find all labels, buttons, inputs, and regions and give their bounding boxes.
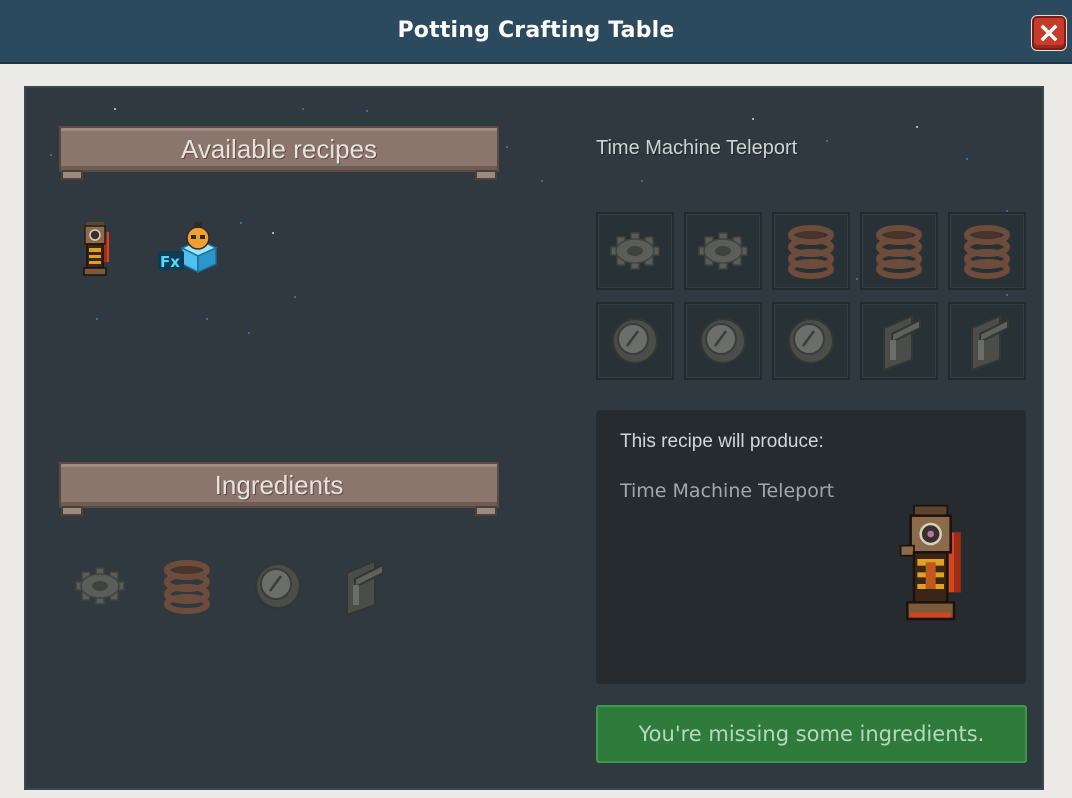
gear-icon: [610, 232, 660, 270]
produce-preview: This recipe will produce: Time Machine T…: [596, 410, 1026, 684]
recipe-grid-slot[interactable]: [948, 212, 1026, 290]
recipe-grid-slot[interactable]: [860, 302, 938, 380]
recipe-grid-slot[interactable]: [684, 302, 762, 380]
ingredient-gear[interactable]: [68, 554, 132, 618]
lever-icon: [346, 559, 384, 617]
gear-icon: [698, 232, 748, 270]
recipe-grid-slot[interactable]: [596, 212, 674, 290]
close-button[interactable]: [1032, 16, 1066, 50]
title-bar: Potting Crafting Table: [0, 0, 1072, 64]
time-machine-icon: [83, 222, 109, 276]
ingredients-banner: Ingredients: [59, 456, 499, 518]
dial-icon: [700, 318, 746, 364]
coil-icon: [876, 225, 922, 279]
fx-box-icon: Fx: [158, 222, 218, 274]
close-icon: [1040, 24, 1058, 42]
available-recipes-heading: Available recipes: [180, 134, 378, 164]
missing-ingredients-status[interactable]: You're missing some ingredients.: [596, 705, 1027, 763]
dial-icon: [255, 563, 301, 609]
status-message: You're missing some ingredients.: [638, 722, 985, 746]
ingredient-lever[interactable]: [330, 554, 394, 618]
gear-icon: [75, 567, 125, 605]
recipe-grid-slot[interactable]: [860, 212, 938, 290]
lever-icon: [971, 314, 1009, 372]
ingredient-dial[interactable]: [246, 554, 310, 618]
produce-item-name: Time Machine Teleport: [620, 480, 835, 502]
produce-heading: This recipe will produce:: [620, 431, 824, 452]
time-machine-icon: [899, 504, 961, 621]
lever-icon: [883, 314, 921, 372]
recipe-grid-slot[interactable]: [772, 212, 850, 290]
recipe-grid-slot[interactable]: [684, 212, 762, 290]
recipe-item-time-machine[interactable]: [76, 216, 124, 280]
coil-icon: [788, 225, 834, 279]
recipe-grid-slot[interactable]: [772, 302, 850, 380]
ingredient-coil[interactable]: [155, 554, 219, 618]
dial-icon: [788, 318, 834, 364]
dial-icon: [612, 318, 658, 364]
ingredients-heading: Ingredients: [214, 470, 344, 500]
selected-recipe-name: Time Machine Teleport: [596, 137, 798, 159]
recipe-grid-slot[interactable]: [948, 302, 1026, 380]
available-recipes-banner: Available recipes: [59, 120, 499, 182]
recipe-grid-slot[interactable]: [596, 302, 674, 380]
fx-badge-label: Fx: [160, 253, 180, 271]
recipe-item-fx-effect[interactable]: Fx: [156, 218, 220, 276]
coil-icon: [964, 225, 1010, 279]
window-title: Potting Crafting Table: [397, 18, 675, 43]
coil-icon: [164, 560, 210, 614]
